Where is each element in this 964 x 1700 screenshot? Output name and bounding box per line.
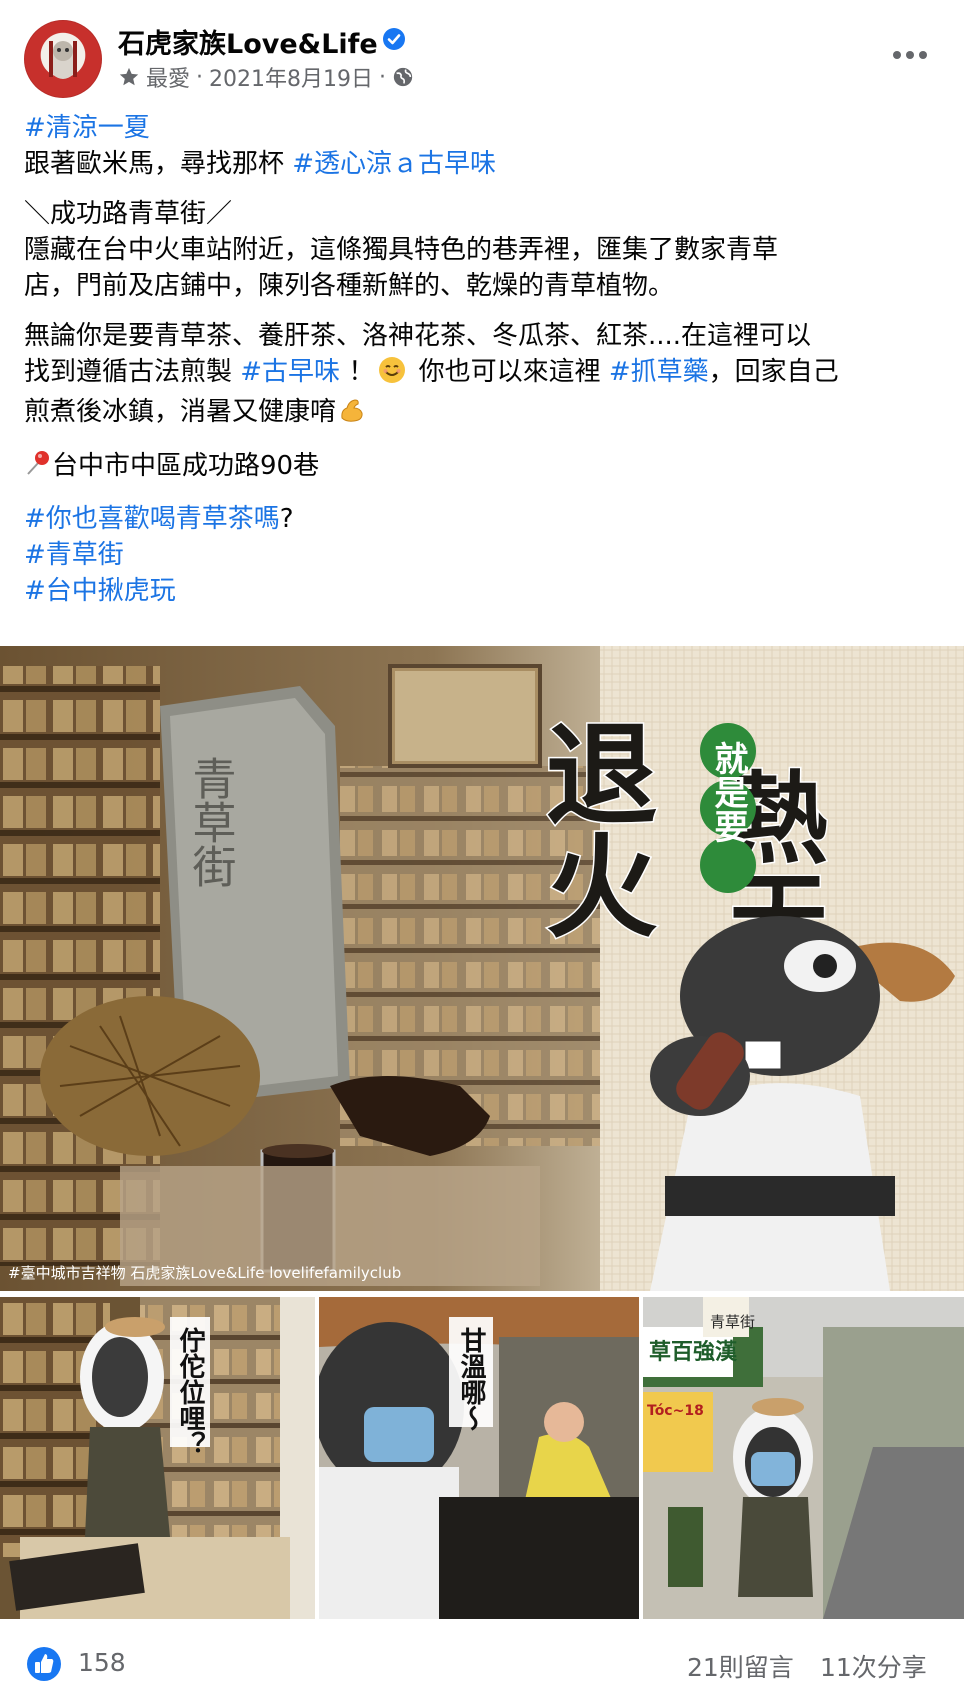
hashtag-link[interactable]: #清涼一夏 xyxy=(24,113,150,143)
post-line: ！ xyxy=(340,357,375,387)
hashtag-link[interactable]: #透心涼ａ古早味 xyxy=(292,149,496,179)
meta-separator: · xyxy=(379,64,386,90)
post-line: ，回家自己 xyxy=(708,357,839,387)
sign-text: 青草街 xyxy=(185,756,237,888)
globe-icon xyxy=(392,66,414,88)
hashtag-link[interactable]: #抓草藥 xyxy=(609,357,709,387)
post-line: 無論你是要青草茶、養肝茶、洛神花茶、冬瓜茶、紅茶....在這裡可以 xyxy=(24,321,812,351)
thumb3-sign1: 青草街 xyxy=(710,1313,755,1331)
post-footer: 158 21則留言 11次分享 xyxy=(0,1640,964,1688)
thumbnail-photo-1[interactable]: 佇佗位哩？ xyxy=(0,1297,315,1619)
title-left: 退火 xyxy=(527,716,658,940)
shares-count[interactable]: 11次分享 xyxy=(820,1648,927,1684)
post-line: 隱藏在台中火車站附近，這條獨具特色的巷弄裡，匯集了數家青草 xyxy=(24,235,779,265)
post-header: 石虎家族Love&Life 最愛 · 2021年8月19日 · xyxy=(0,0,964,110)
main-photo[interactable]: 青草街 熱天 就是要 退火 #臺中城市吉祥物 石虎家族Love&Life lov… xyxy=(0,646,964,1291)
post-line: 店，門前及店鋪中，陳列各種新鮮的、乾燥的青草植物。 xyxy=(24,271,675,301)
reaction-count[interactable]: 158 xyxy=(78,1648,126,1677)
hashtag-link[interactable]: #你也喜歡喝青草茶嗎 xyxy=(24,504,280,534)
page-name[interactable]: 石虎家族Love&Life xyxy=(118,22,378,61)
hashtag-link[interactable]: #青草街 xyxy=(24,540,124,570)
like-reaction-icon[interactable] xyxy=(26,1646,62,1682)
page-avatar[interactable] xyxy=(24,20,102,98)
photo-collage: 青草街 熱天 就是要 退火 #臺中城市吉祥物 石虎家族Love&Life lov… xyxy=(0,646,964,1619)
smiling-face-emoji-icon xyxy=(378,356,406,394)
round-pushpin-emoji-icon xyxy=(24,449,52,487)
thumbnail-photo-2[interactable]: 甘溫哪～ xyxy=(319,1297,639,1619)
main-watermark: #臺中城市吉祥物 石虎家族Love&Life lovelifefamilyclu… xyxy=(8,1264,401,1282)
post-line: ? xyxy=(279,504,294,534)
mascot-avatar-icon xyxy=(49,41,77,79)
title-middle: 就是要 xyxy=(708,741,748,843)
flexed-biceps-emoji-icon xyxy=(338,396,366,434)
post-meta: 最愛 · 2021年8月19日 · xyxy=(118,62,414,92)
meta-separator: · xyxy=(196,64,204,90)
post-line: 你也可以來這裡 xyxy=(410,357,609,387)
hashtag-link[interactable]: #古早味 xyxy=(240,357,340,387)
thumbnail-photo-3[interactable]: 草百強漢 青草街 Tóc~18 xyxy=(643,1297,964,1619)
thumb3-sign3: Tóc~18 xyxy=(647,1403,704,1419)
post-line: 煎煮後冰鎮，消暑又健康唷 xyxy=(24,397,337,427)
post-text: #清涼一夏 跟著歐米馬，尋找那杯 #透心涼ａ古早味 ＼成功路青草街／ 隱藏在台中… xyxy=(24,110,944,609)
location-text: 台中市中區成功路90巷 xyxy=(52,451,320,481)
post-line: ＼成功路青草街／ xyxy=(24,199,233,229)
comments-count[interactable]: 21則留言 xyxy=(687,1648,794,1684)
star-icon xyxy=(118,66,140,88)
post-date[interactable]: 2021年8月19日 xyxy=(209,61,373,93)
favorite-label[interactable]: 最愛 xyxy=(146,61,190,93)
thumb3-sign2: 草百強漢 xyxy=(649,1339,738,1365)
hashtag-link[interactable]: #台中揪虎玩 xyxy=(24,576,176,606)
post-line: 跟著歐米馬，尋找那杯 xyxy=(24,149,293,179)
verified-badge-icon xyxy=(382,27,406,51)
post-line: 找到遵循古法煎製 xyxy=(24,357,241,387)
thumb1-caption: 佇佗位哩？ xyxy=(175,1326,205,1457)
thumb2-caption: 甘溫哪～ xyxy=(456,1327,486,1431)
more-options-icon[interactable] xyxy=(888,38,932,72)
